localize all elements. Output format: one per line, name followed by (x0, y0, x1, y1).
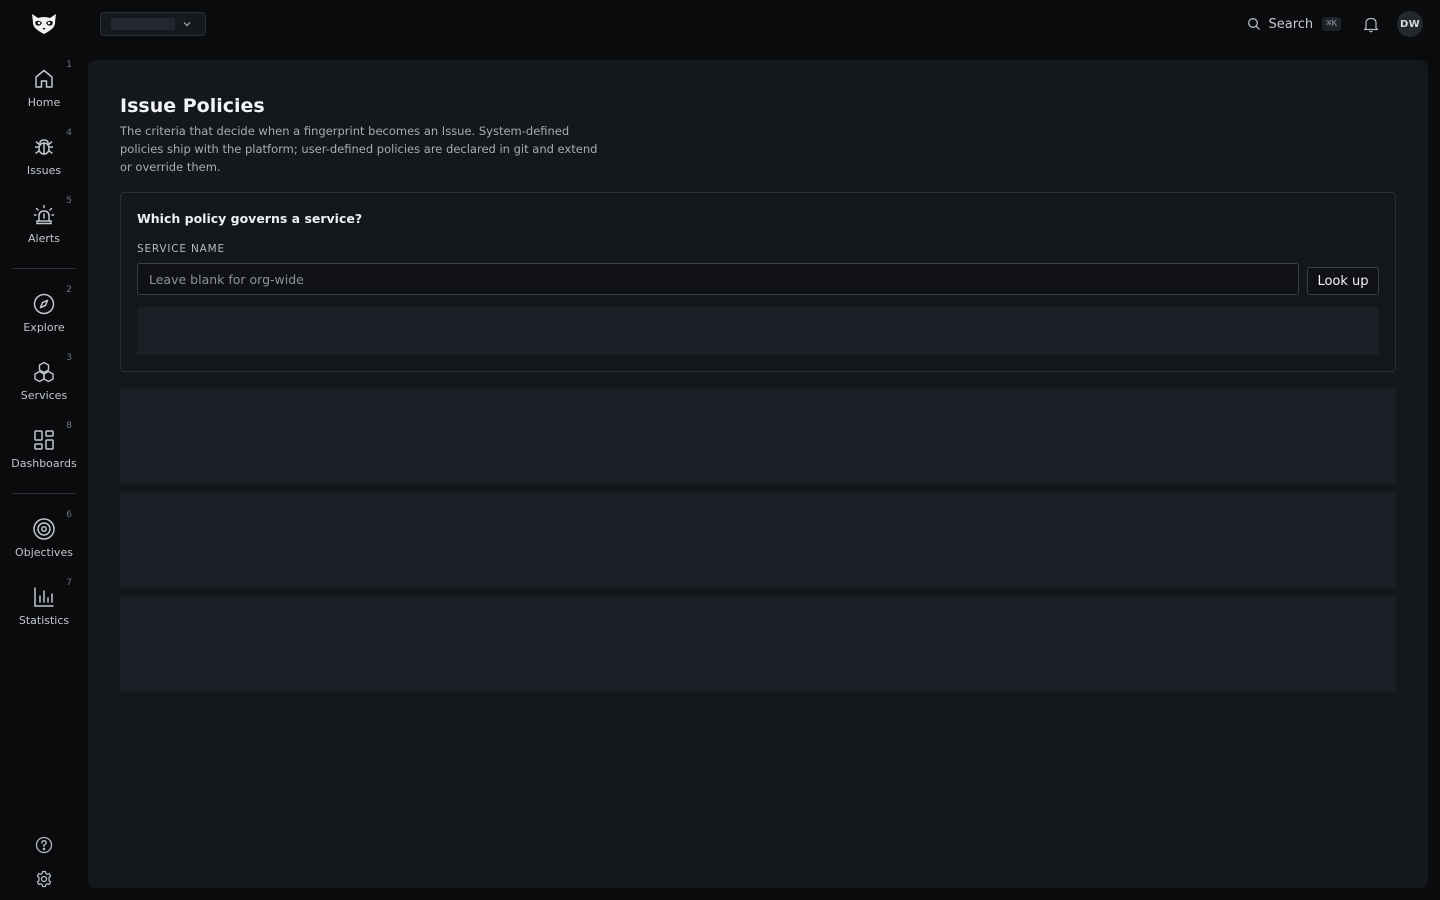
service-name-label: SERVICE NAME (137, 243, 225, 255)
help-button[interactable] (33, 834, 55, 856)
compass-icon (31, 291, 57, 317)
sidebar-item-label: Explore (23, 321, 65, 334)
sidebar-item-label: Objectives (15, 546, 73, 559)
environment-selector[interactable] (100, 12, 206, 36)
home-icon (31, 66, 57, 92)
search-shortcut: ⌘K (1322, 17, 1341, 31)
sidebar-item-objectives[interactable]: 6 Objectives (8, 510, 80, 574)
chevron-down-icon (183, 22, 191, 27)
sidebar-item-explore[interactable]: 2 Explore (8, 285, 80, 349)
sidebar-item-label: Alerts (28, 232, 60, 245)
shortcut-number: 2 (66, 285, 72, 295)
sidebar-item-label: Home (27, 96, 61, 109)
shortcut-number: 3 (66, 353, 72, 363)
look-up-button[interactable]: Look up (1307, 267, 1379, 295)
search-button[interactable]: Search ⌘K (1247, 17, 1341, 32)
lookup-result-skeleton (137, 307, 1379, 355)
page-title: Issue Policies (120, 95, 265, 117)
service-name-input[interactable] (137, 263, 1299, 295)
shortcut-number: 1 (66, 60, 72, 70)
sidebar-item-services[interactable]: 3 Services (8, 353, 80, 417)
main-panel: Issue Policies The criteria that decide … (88, 60, 1428, 888)
shortcut-number: 5 (66, 196, 72, 206)
notifications-button[interactable] (1361, 14, 1381, 34)
policy-skeleton-block (120, 492, 1396, 588)
page-description: The criteria that decide when a fingerpr… (120, 124, 598, 174)
target-icon (31, 516, 57, 542)
app-logo[interactable] (26, 8, 62, 40)
bell-icon (1363, 17, 1379, 32)
sidebar-divider (12, 268, 76, 269)
settings-button[interactable] (33, 868, 55, 890)
sidebar-item-statistics[interactable]: 7 Statistics (8, 578, 80, 642)
bug-icon (31, 134, 57, 160)
topbar-actions: Search ⌘K DW (1247, 10, 1423, 38)
grid-icon (31, 427, 57, 453)
sidebar-item-issues[interactable]: 4 Issues (8, 128, 80, 192)
sidebar-item-label: Issues (26, 164, 62, 177)
sidebar-item-dashboards[interactable]: 8 Dashboards (8, 421, 80, 485)
search-icon (1248, 18, 1261, 30)
shortcut-number: 4 (66, 128, 72, 138)
environment-selector-placeholder (111, 18, 175, 30)
bar-chart-icon (31, 584, 57, 610)
sidebar-item-label: Statistics (18, 614, 70, 627)
shortcut-number: 7 (66, 578, 72, 588)
lookup-question: Which policy governs a service? (137, 211, 363, 226)
sidebar-item-home[interactable]: 1 Home (8, 60, 80, 124)
gear-icon (36, 870, 52, 888)
raccoon-logo-icon (32, 14, 56, 34)
shortcut-number: 8 (66, 421, 72, 431)
sidebar-item-label: Services (20, 389, 68, 402)
policy-lookup-card: Which policy governs a service? SERVICE … (120, 192, 1396, 372)
policy-skeleton-block (120, 596, 1396, 692)
shortcut-number: 6 (66, 510, 72, 520)
sidebar-item-alerts[interactable]: 5 Alerts (8, 196, 80, 260)
siren-icon (31, 202, 57, 228)
avatar[interactable]: DW (1397, 11, 1423, 37)
boxes-icon (31, 359, 57, 385)
sidebar-item-label: Dashboards (11, 457, 77, 470)
policy-skeleton-block (120, 388, 1396, 484)
help-icon (35, 836, 53, 854)
sidebar-divider (12, 493, 76, 494)
search-label: Search (1268, 16, 1314, 32)
